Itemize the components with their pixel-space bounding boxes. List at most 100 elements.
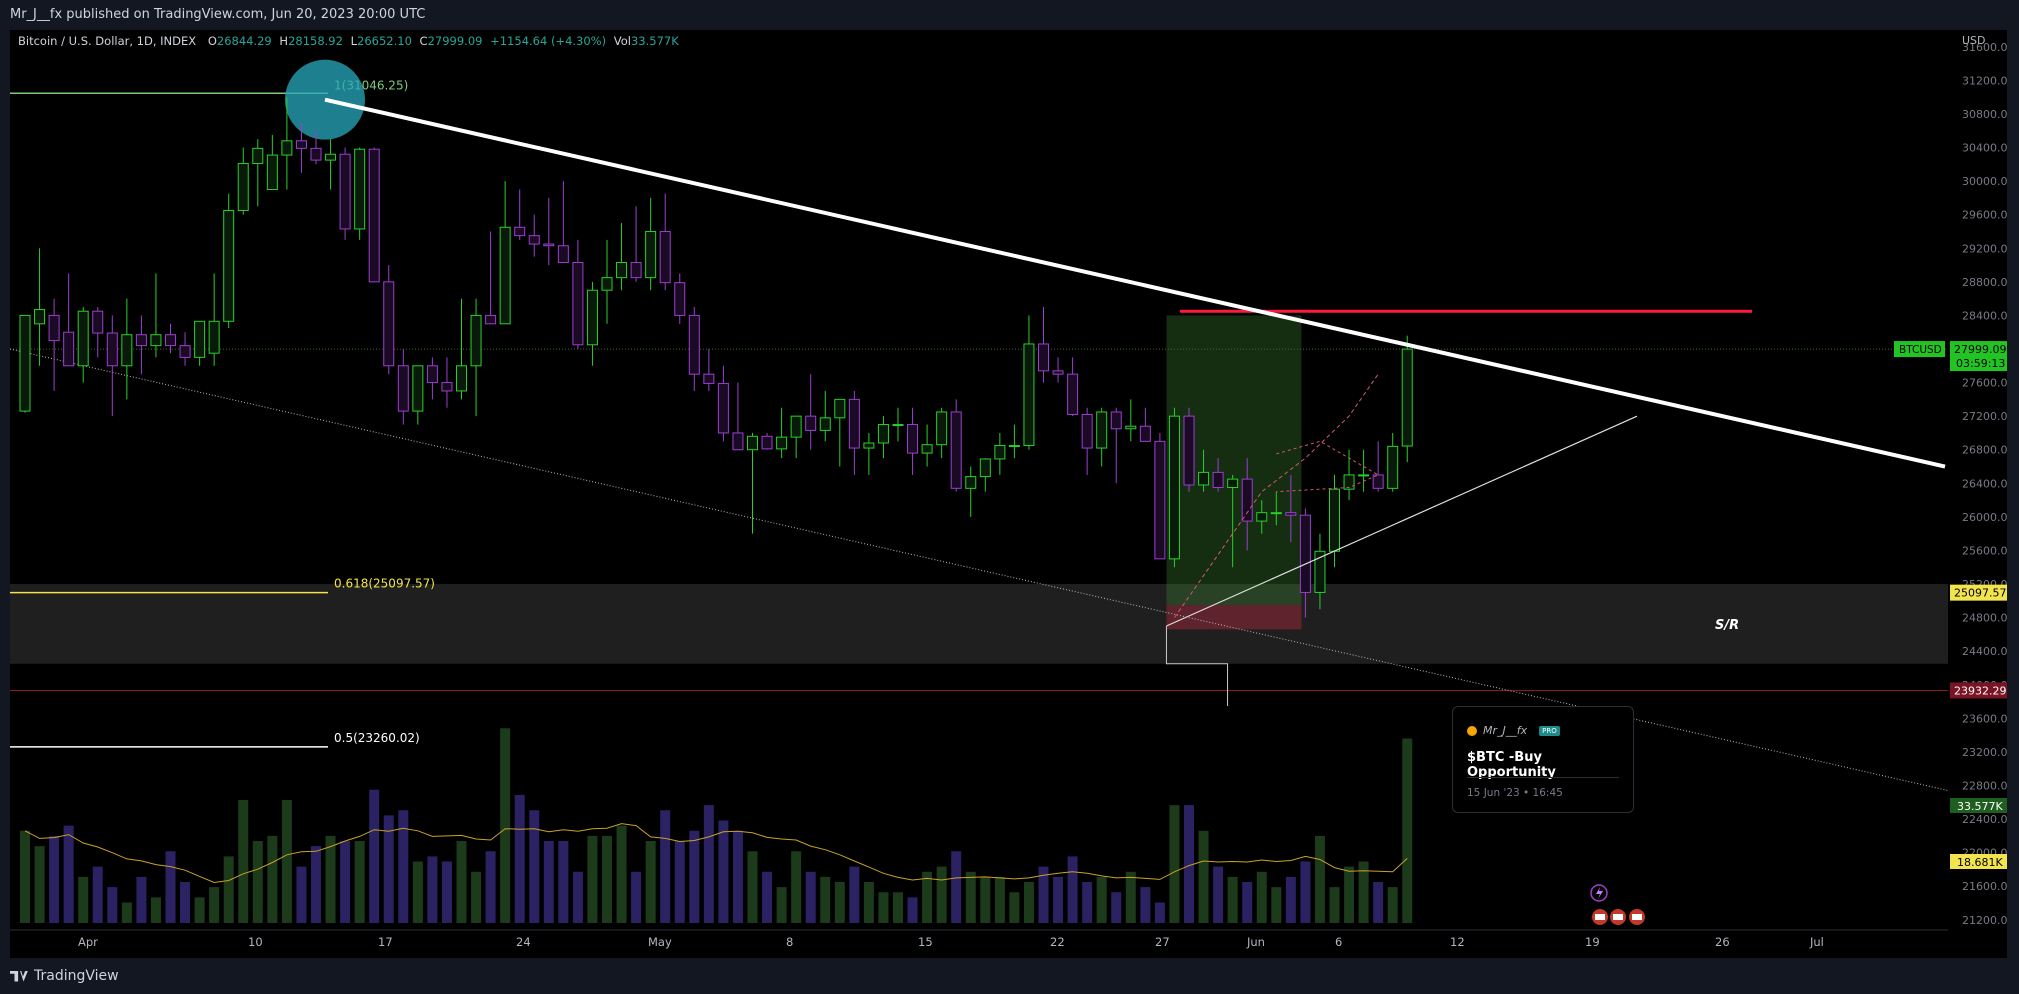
footer-brand: TradingView bbox=[34, 968, 119, 984]
candle-body bbox=[281, 140, 293, 156]
volume-bar bbox=[1053, 876, 1064, 923]
candle-body bbox=[950, 411, 962, 489]
volume-bar bbox=[660, 810, 671, 923]
candle-body bbox=[674, 282, 686, 316]
popup-author-row: Mr_J__fx PRO bbox=[1467, 724, 1560, 737]
volume-bar bbox=[1242, 882, 1253, 923]
candle-body bbox=[499, 226, 511, 325]
candle-body bbox=[368, 148, 380, 283]
candle-body bbox=[135, 334, 147, 347]
volume-bar bbox=[238, 800, 249, 923]
candle-body bbox=[1125, 425, 1137, 430]
volume-bar bbox=[441, 861, 452, 923]
footer-bar: TradingView bbox=[0, 958, 2019, 994]
candle-body bbox=[223, 209, 235, 322]
volume-bar bbox=[1067, 856, 1078, 923]
volume-bar bbox=[1285, 876, 1296, 923]
x-tick-label: May bbox=[648, 935, 672, 949]
y-tick-label: 24800.00 bbox=[1962, 612, 2007, 625]
legend-open: 26844.29 bbox=[216, 34, 272, 48]
x-tick-label: 26 bbox=[1715, 935, 1730, 949]
candle-body bbox=[965, 476, 977, 489]
volume-bar bbox=[936, 866, 947, 923]
price-chart[interactable]: 21200.0021600.0022000.0022400.0022800.00… bbox=[9, 30, 2015, 958]
chart-area[interactable]: 21200.0021600.0022000.0022400.0022800.00… bbox=[9, 30, 2015, 958]
candle-body bbox=[1227, 478, 1239, 488]
volume-bar bbox=[456, 841, 467, 923]
volume-bar bbox=[412, 861, 423, 923]
candle-body bbox=[557, 245, 569, 264]
candle-body bbox=[165, 334, 176, 347]
popup-date: 15 Jun '23 • 16:45 bbox=[1467, 787, 1563, 799]
volume-bar bbox=[209, 887, 220, 923]
x-tick-label: Apr bbox=[78, 935, 98, 949]
candle-body bbox=[63, 331, 75, 367]
volume-bar bbox=[1111, 892, 1122, 923]
volume-bar bbox=[558, 841, 569, 923]
volume-bar bbox=[1402, 738, 1413, 923]
candle-body bbox=[354, 148, 366, 230]
volume-bar bbox=[1300, 861, 1311, 923]
candle-body bbox=[776, 436, 788, 450]
volume-bar bbox=[1271, 887, 1282, 923]
candle-body bbox=[325, 153, 337, 161]
legend-high-label: H bbox=[279, 34, 289, 48]
legend-change: +1154.64 (+4.30%) bbox=[490, 34, 607, 48]
candle-body bbox=[703, 373, 715, 384]
countdown-label: 03:59:13 bbox=[1956, 357, 2005, 370]
candle-body bbox=[121, 334, 133, 367]
legend-high: 28158.92 bbox=[288, 34, 343, 48]
volume-bar bbox=[1198, 830, 1209, 923]
volume-bar bbox=[893, 892, 903, 923]
candle-body bbox=[1139, 425, 1151, 442]
y-tick-label: 27600.00 bbox=[1962, 377, 2007, 390]
right-frame bbox=[2007, 30, 2019, 958]
volume-bar bbox=[674, 841, 685, 923]
volume-bar bbox=[994, 876, 1005, 923]
volume-bar bbox=[150, 897, 161, 923]
candle-body bbox=[1096, 411, 1108, 449]
candle-body bbox=[266, 154, 278, 190]
symbol-label: BTCUSD bbox=[1899, 344, 1942, 356]
volume-bar bbox=[63, 825, 74, 923]
volume-bar bbox=[834, 882, 845, 923]
y-tick-label: 31200.00 bbox=[1962, 74, 2007, 87]
price-label: 27999.09 bbox=[1954, 343, 2007, 356]
candle-body bbox=[528, 235, 540, 245]
x-tick-label: 10 bbox=[248, 935, 263, 949]
tradingview-logo[interactable]: TradingView bbox=[10, 968, 119, 984]
volume-bar bbox=[1387, 887, 1398, 923]
candle-body bbox=[616, 262, 628, 279]
volume-bar bbox=[1082, 882, 1093, 923]
volume-bar bbox=[602, 835, 612, 923]
volume-bar bbox=[805, 871, 816, 923]
candle-body bbox=[717, 382, 729, 434]
volume-bar bbox=[1373, 882, 1384, 923]
volume-bar bbox=[572, 871, 583, 923]
candle-body bbox=[1081, 413, 1093, 449]
candle-body bbox=[77, 310, 89, 367]
candle-body bbox=[892, 424, 904, 427]
y-tick-label: 22400.00 bbox=[1962, 813, 2007, 826]
volume-bar bbox=[878, 892, 889, 923]
x-tick-label: 15 bbox=[918, 935, 933, 949]
idea-popup[interactable]: Mr_J__fx PRO $BTC -Buy Opportunity 15 Ju… bbox=[1452, 706, 1634, 813]
candle-body bbox=[994, 445, 1006, 460]
candle-body bbox=[1256, 512, 1268, 522]
y-tick-label: 23600.00 bbox=[1962, 712, 2007, 725]
candle-body bbox=[790, 415, 802, 438]
volume-bar bbox=[194, 897, 205, 923]
fib-05-label: 0.5(23260.02) bbox=[334, 731, 420, 745]
volume-bar bbox=[34, 846, 45, 923]
popup-title[interactable]: $BTC -Buy Opportunity bbox=[1467, 750, 1633, 780]
candle-body bbox=[295, 140, 307, 149]
volume-bar bbox=[863, 882, 874, 923]
volume-bar bbox=[514, 794, 525, 923]
candle-body bbox=[1052, 370, 1064, 375]
candle-body bbox=[441, 382, 453, 392]
volume-bar bbox=[529, 810, 540, 923]
volume-bar bbox=[281, 800, 292, 923]
candle-body bbox=[1198, 471, 1210, 486]
volume-bar bbox=[267, 835, 278, 923]
volume-bar bbox=[587, 835, 598, 923]
